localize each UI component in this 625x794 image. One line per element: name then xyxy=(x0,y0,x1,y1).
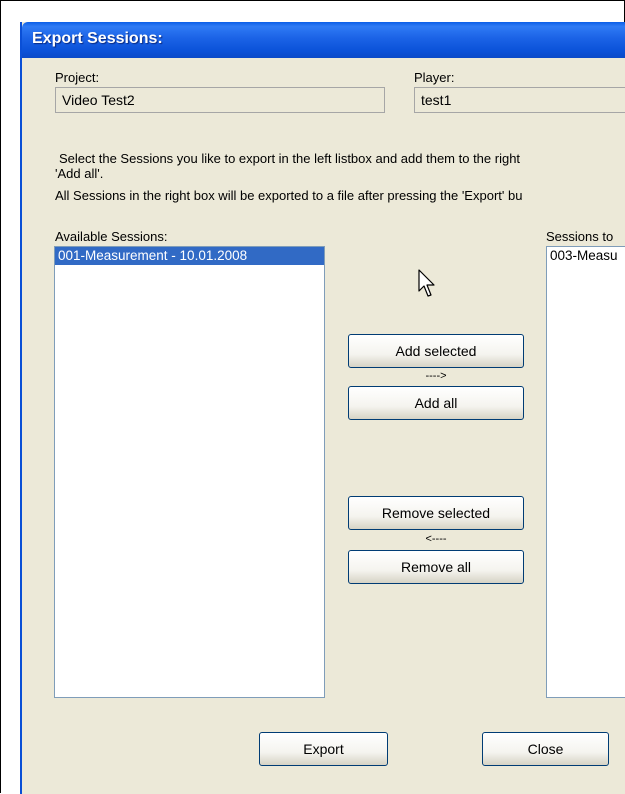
title-bar[interactable]: Export Sessions: xyxy=(22,22,625,58)
window-title: Export Sessions: xyxy=(32,30,163,47)
export-sessions-listbox[interactable]: 003-Measu xyxy=(546,246,625,698)
available-sessions-listbox[interactable]: 001-Measurement - 10.01.2008 xyxy=(54,246,325,698)
list-item[interactable]: 001-Measurement - 10.01.2008 xyxy=(55,247,324,265)
remove-all-button[interactable]: Remove all xyxy=(348,550,524,584)
project-label: Project: xyxy=(55,70,100,85)
project-field: Video Test2 xyxy=(55,87,385,113)
mouse-pointer-icon xyxy=(418,269,435,297)
add-all-button[interactable]: Add all xyxy=(348,386,524,420)
instruction-line-3: All Sessions in the right box will be ex… xyxy=(55,188,523,203)
available-sessions-label: Available Sessions: xyxy=(55,229,168,244)
export-sessions-label: Sessions to xyxy=(546,229,614,244)
list-item[interactable]: 003-Measu xyxy=(547,247,625,265)
dialog-content: Project: Video Test2 Player: test1 Selec… xyxy=(22,58,625,794)
close-button[interactable]: Close xyxy=(482,732,609,766)
add-arrow-label: ----> xyxy=(425,370,447,382)
player-label: Player: xyxy=(414,70,455,85)
export-button[interactable]: Export xyxy=(259,732,388,766)
remove-selected-button[interactable]: Remove selected xyxy=(348,496,524,530)
export-sessions-dialog: Export Sessions: Project: Video Test2 Pl… xyxy=(20,22,625,794)
instruction-line-1: Select the Sessions you like to export i… xyxy=(59,151,521,166)
remove-arrow-label: <---- xyxy=(425,533,447,545)
instruction-line-2: 'Add all'. xyxy=(55,166,104,181)
player-field: test1 xyxy=(414,87,625,113)
add-selected-button[interactable]: Add selected xyxy=(348,334,524,368)
